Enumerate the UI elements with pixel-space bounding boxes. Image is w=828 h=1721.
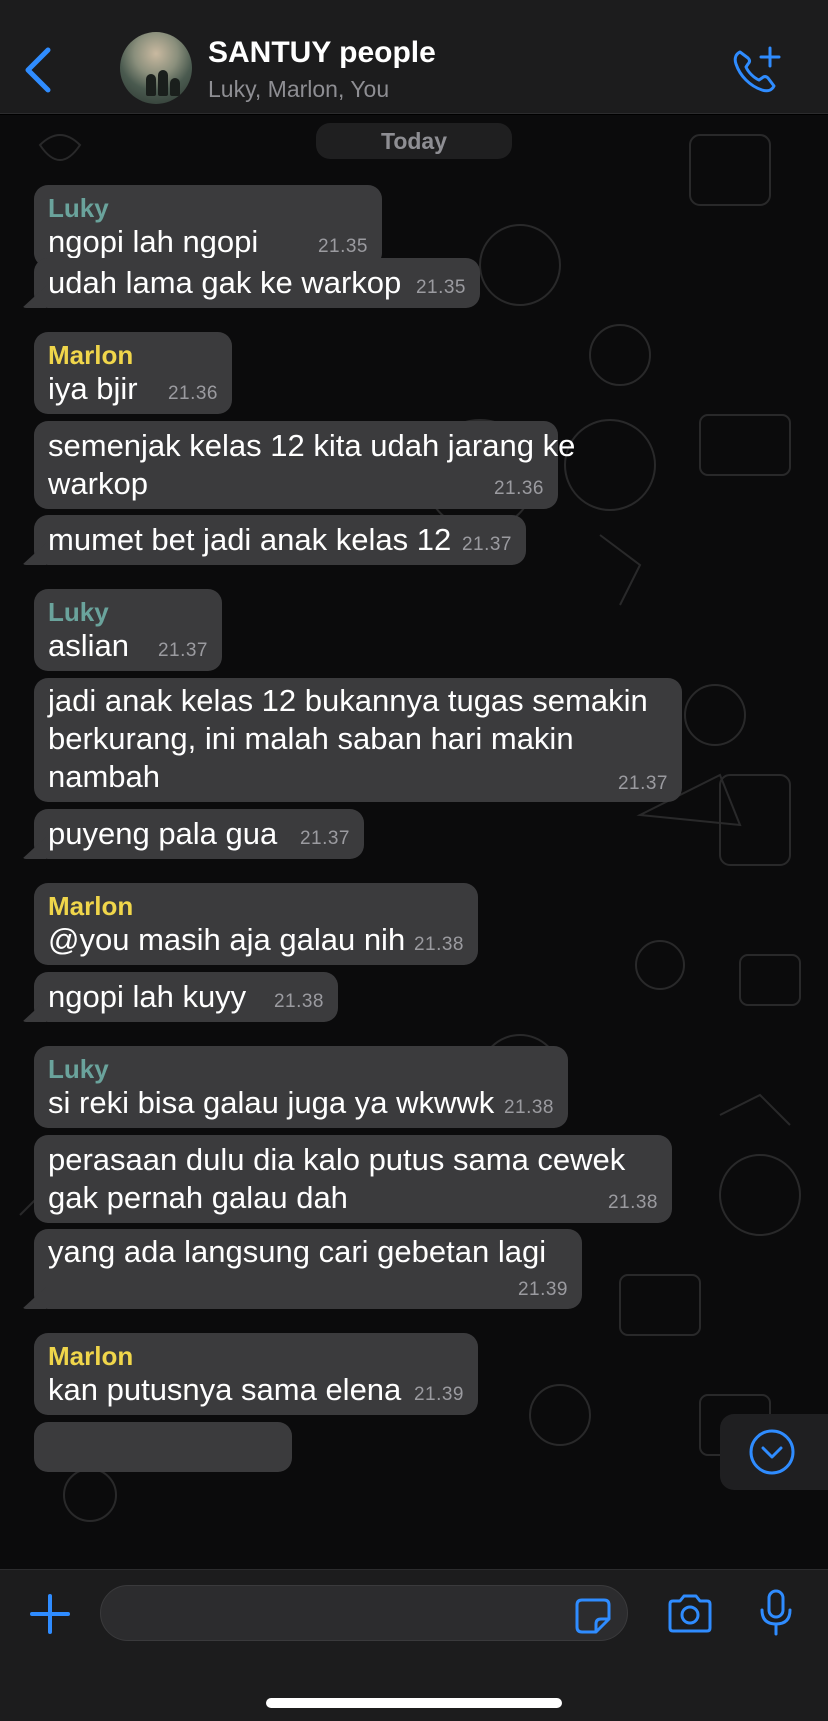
- message-text: ngopi lah ngopi: [48, 224, 259, 259]
- message-time: 21.36: [167, 383, 218, 404]
- date-separator: Today: [316, 123, 512, 159]
- avatar-figure: [170, 78, 180, 96]
- composer-bar: [0, 1569, 828, 1721]
- message-time: 21.38: [503, 1097, 554, 1118]
- message-time: 21.37: [461, 534, 512, 555]
- message-text: nambah: [48, 759, 161, 794]
- plus-icon: [30, 1594, 70, 1634]
- message-text: ngopi lah kuyy: [48, 979, 247, 1014]
- message-bubble[interactable]: puyeng pala gua 21.37: [34, 809, 364, 859]
- message-bubble[interactable]: Marlon kan putusnya sama elena 21.39: [34, 1333, 478, 1415]
- message-time: 21.39: [517, 1279, 568, 1300]
- message-bubble[interactable]: Luky si reki bisa galau juga ya wkwwk 21…: [34, 1046, 568, 1128]
- message-time: 21.39: [413, 1384, 464, 1405]
- message-bubble[interactable]: [34, 1422, 292, 1472]
- sticker-icon: [575, 1598, 611, 1634]
- group-avatar[interactable]: [120, 32, 192, 104]
- message-bubble[interactable]: udah lama gak ke warkop 21.35: [34, 258, 480, 308]
- microphone-icon: [760, 1589, 792, 1636]
- message-time: 21.38: [607, 1192, 658, 1213]
- message-time: 21.35: [415, 277, 466, 298]
- message-time: 21.36: [493, 478, 544, 499]
- message-bubble[interactable]: Marlon iya bjir 21.36: [34, 332, 232, 414]
- scroll-to-bottom-button[interactable]: [720, 1414, 828, 1490]
- sender-name: Luky: [48, 193, 109, 223]
- camera-icon: [668, 1594, 712, 1633]
- sender-name: Luky: [48, 597, 109, 627]
- message-time: 21.37: [157, 640, 208, 661]
- chat-header: SANTUY people Luky, Marlon, You: [0, 0, 828, 114]
- message-list[interactable]: Today Luky ngopi lah ngopi 21.35 udah la…: [0, 115, 828, 1569]
- group-members[interactable]: Luky, Marlon, You: [208, 76, 389, 103]
- add-call-icon: [733, 46, 781, 93]
- message-bubble[interactable]: perasaan dulu dia kalo putus sama cewek …: [34, 1135, 672, 1223]
- sender-name: Marlon: [48, 340, 134, 370]
- sticker-button[interactable]: [574, 1597, 612, 1635]
- message-text: perasaan dulu dia kalo putus sama cewek: [48, 1142, 626, 1177]
- message-bubble[interactable]: Luky aslian 21.37: [34, 589, 222, 671]
- avatar-figure: [146, 74, 156, 96]
- message-time: 21.38: [273, 991, 324, 1012]
- attach-button[interactable]: [26, 1590, 74, 1638]
- message-bubble[interactable]: ngopi lah kuyy 21.38: [34, 972, 338, 1022]
- avatar-figure: [158, 70, 168, 96]
- message-text: aslian: [48, 628, 129, 663]
- message-bubble[interactable]: yang ada langsung cari gebetan lagi 21.3…: [34, 1229, 582, 1309]
- message-text: udah lama gak ke warkop: [48, 265, 402, 300]
- chevron-down-circle-icon: [749, 1429, 795, 1475]
- message-bubble[interactable]: Marlon @you masih aja galau nih 21.38: [34, 883, 478, 965]
- back-button[interactable]: [20, 40, 60, 100]
- message-bubble[interactable]: Luky ngopi lah ngopi 21.35: [34, 185, 382, 267]
- message-text: puyeng pala gua: [48, 816, 278, 851]
- chevron-left-icon: [25, 47, 51, 93]
- message-text: semenjak kelas 12 kita udah jarang ke: [48, 428, 576, 463]
- message-text: yang ada langsung cari gebetan lagi: [48, 1234, 547, 1269]
- message-text: berkurang, ini malah saban hari makin: [48, 721, 574, 756]
- message-text: kan putusnya sama elena: [48, 1372, 402, 1407]
- message-text: gak pernah galau dah: [48, 1180, 348, 1215]
- message-bubble[interactable]: semenjak kelas 12 kita udah jarang ke wa…: [34, 421, 575, 509]
- message-text: @you masih aja galau nih: [48, 922, 406, 957]
- message-text: iya bjir: [48, 371, 138, 406]
- camera-button[interactable]: [666, 1594, 714, 1634]
- group-title[interactable]: SANTUY people: [208, 36, 436, 70]
- message-time: 21.35: [317, 236, 368, 257]
- message-time: 21.37: [617, 773, 668, 794]
- message-bubble[interactable]: jadi anak kelas 12 bukannya tugas semaki…: [34, 678, 682, 802]
- message-time: 21.38: [413, 934, 464, 955]
- message-time: 21.37: [299, 828, 350, 849]
- sender-name: Marlon: [48, 1341, 134, 1371]
- home-indicator: [266, 1698, 562, 1708]
- message-bubble[interactable]: mumet bet jadi anak kelas 12 21.37: [34, 515, 526, 565]
- message-input-box[interactable]: [100, 1585, 628, 1641]
- voice-message-button[interactable]: [756, 1588, 796, 1638]
- message-text: mumet bet jadi anak kelas 12: [48, 522, 452, 557]
- message-input[interactable]: [121, 1594, 561, 1634]
- add-call-button[interactable]: [730, 44, 782, 96]
- message-text: jadi anak kelas 12 bukannya tugas semaki…: [48, 683, 648, 718]
- sender-name: Luky: [48, 1054, 109, 1084]
- message-text: warkop: [48, 466, 148, 501]
- sender-name: Marlon: [48, 891, 134, 921]
- message-text: si reki bisa galau juga ya wkwwk: [48, 1085, 495, 1120]
